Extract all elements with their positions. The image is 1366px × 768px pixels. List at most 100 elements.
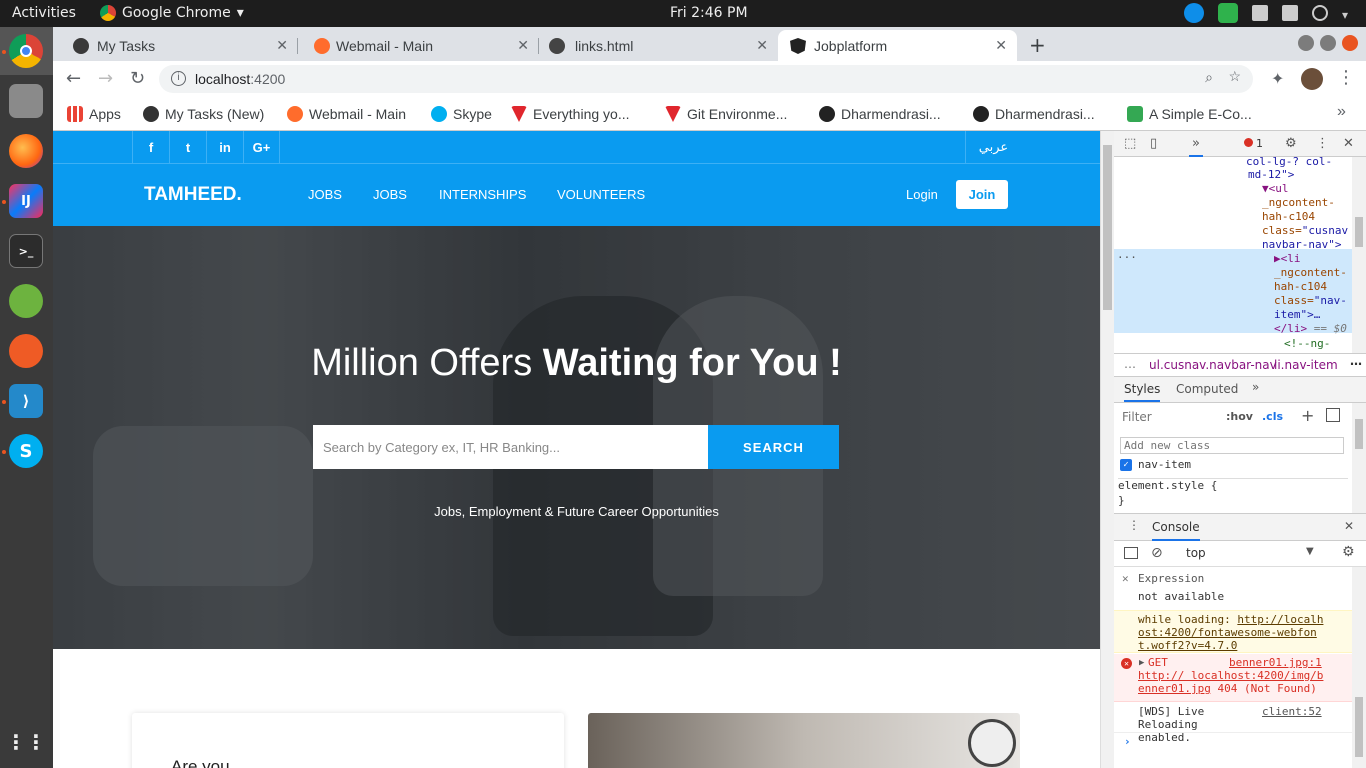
search-button[interactable]: SEARCH bbox=[708, 425, 839, 469]
bookmark-git-env[interactable]: Git Environme... bbox=[665, 106, 787, 122]
info-source-link[interactable]: client:52 bbox=[1262, 705, 1322, 718]
bookmark-github-2[interactable]: Dharmendrasi... bbox=[973, 106, 1095, 122]
update-check-icon[interactable] bbox=[1218, 3, 1238, 23]
close-icon[interactable]: ✕ bbox=[1343, 136, 1354, 151]
nav-jobs-2[interactable]: JOBS bbox=[373, 187, 407, 202]
bookmark-webmail[interactable]: Webmail - Main bbox=[287, 106, 406, 122]
minimize-icon[interactable] bbox=[1298, 35, 1314, 51]
clear-console-icon[interactable]: ⊘ bbox=[1151, 545, 1163, 561]
nav-internships[interactable]: INTERNSHIPS bbox=[439, 187, 526, 202]
error-source-link[interactable]: benner01.jpg:1 bbox=[1229, 656, 1322, 669]
bookmark-apps[interactable]: Apps bbox=[67, 106, 121, 122]
activities-button[interactable]: Activities bbox=[12, 5, 76, 21]
google-plus-icon[interactable]: G+ bbox=[243, 131, 280, 164]
zoom-icon[interactable]: ⌕ bbox=[1205, 69, 1213, 86]
close-icon[interactable]: ✕ bbox=[1344, 519, 1354, 533]
chevron-down-icon[interactable]: ▼ bbox=[1306, 546, 1314, 557]
more-bookmarks-icon[interactable]: » bbox=[1337, 103, 1346, 121]
login-link[interactable]: Login bbox=[906, 187, 938, 202]
tab-jobplatform[interactable]: Jobplatform ✕ bbox=[778, 30, 1017, 61]
add-class-input[interactable] bbox=[1120, 437, 1344, 454]
reload-icon[interactable]: ↻ bbox=[130, 68, 145, 89]
postman-launcher-icon[interactable] bbox=[9, 334, 43, 368]
twitter-icon[interactable]: t bbox=[169, 131, 206, 164]
more-tabs-icon[interactable]: » bbox=[1252, 380, 1259, 394]
breadcrumb-ul[interactable]: ul.cusnav.navbar-nav bbox=[1149, 358, 1277, 372]
close-icon[interactable]: ✕ bbox=[276, 37, 288, 54]
language-switch[interactable]: عربي bbox=[965, 131, 1021, 164]
settings-gear-icon[interactable]: ⚙ bbox=[1342, 544, 1355, 560]
chrome-launcher-icon[interactable] bbox=[9, 34, 43, 68]
hover-state-toggle[interactable]: :hov bbox=[1226, 410, 1253, 423]
close-icon[interactable]: ✕ bbox=[756, 37, 768, 54]
bookmark-skype[interactable]: Skype bbox=[431, 106, 492, 122]
close-icon[interactable]: ✕ bbox=[1122, 572, 1129, 585]
nav-jobs-1[interactable]: JOBS bbox=[308, 187, 342, 202]
expand-icon[interactable]: ▶ bbox=[1139, 658, 1144, 668]
device-toolbar-icon[interactable]: ▯ bbox=[1150, 136, 1157, 151]
error-count-badge[interactable]: 1 bbox=[1244, 137, 1263, 150]
address-bar[interactable]: i localhost:4200 ⌕ ☆ bbox=[159, 65, 1253, 93]
new-tab-icon[interactable]: + bbox=[1029, 33, 1046, 57]
terminal-launcher-icon[interactable]: >_ bbox=[9, 234, 43, 268]
sidebar-toggle-icon[interactable] bbox=[1326, 408, 1340, 422]
site-logo[interactable]: TAMHEED. bbox=[144, 184, 242, 206]
back-icon[interactable]: ← bbox=[66, 68, 81, 89]
power-icon[interactable] bbox=[1312, 5, 1328, 21]
tab-computed[interactable]: Computed bbox=[1176, 382, 1238, 396]
elements-tree[interactable]: col-lg-? col- md-12"> ▼<ul _ngcontent- h… bbox=[1114, 157, 1352, 353]
spring-launcher-icon[interactable] bbox=[9, 284, 43, 318]
kebab-menu-icon[interactable]: ⋮ bbox=[1316, 136, 1329, 151]
close-icon[interactable]: ✕ bbox=[517, 37, 529, 54]
tab-links[interactable]: links.html ✕ bbox=[539, 30, 778, 61]
volume-icon[interactable] bbox=[1282, 5, 1298, 21]
forward-icon[interactable]: → bbox=[98, 68, 113, 89]
show-apps-icon[interactable]: ⋮⋮ bbox=[6, 725, 46, 759]
maximize-icon[interactable] bbox=[1320, 35, 1336, 51]
class-checkbox-row[interactable]: ✓ nav-item bbox=[1120, 458, 1191, 471]
console-prompt-icon[interactable]: › bbox=[1124, 735, 1131, 748]
bookmark-github-1[interactable]: Dharmendrasi... bbox=[819, 106, 941, 122]
tab-styles[interactable]: Styles bbox=[1124, 382, 1161, 402]
console-scrollbar[interactable] bbox=[1352, 567, 1366, 768]
drawer-menu-icon[interactable]: ⋮ bbox=[1128, 518, 1140, 532]
profile-avatar[interactable] bbox=[1301, 68, 1323, 90]
extensions-icon[interactable]: ✦ bbox=[1271, 69, 1284, 88]
element-style-rule[interactable]: element.style { bbox=[1118, 479, 1217, 492]
intellij-launcher-icon[interactable]: IJ bbox=[9, 184, 43, 218]
context-select[interactable]: top bbox=[1186, 546, 1206, 560]
clock[interactable]: Fri 2:46 PM bbox=[670, 5, 748, 21]
bookmark-simple-ecommerce[interactable]: A Simple E-Co... bbox=[1127, 106, 1252, 122]
menu-icon[interactable]: ⋮ bbox=[1337, 67, 1355, 88]
tab-my-tasks[interactable]: My Tasks ✕ bbox=[53, 30, 298, 61]
system-tray[interactable]: ▾ bbox=[1184, 3, 1352, 23]
ellipsis-icon[interactable]: ··· bbox=[1117, 251, 1137, 265]
checkbox[interactable]: ✓ bbox=[1120, 458, 1132, 471]
close-icon[interactable]: ✕ bbox=[995, 37, 1007, 54]
inspect-icon[interactable]: ⬚ bbox=[1124, 136, 1136, 151]
add-rule-icon[interactable]: + bbox=[1301, 406, 1314, 425]
tab-webmail[interactable]: Webmail - Main ✕ bbox=[298, 30, 539, 61]
linkedin-icon[interactable]: in bbox=[206, 131, 243, 164]
styles-filter-input[interactable] bbox=[1118, 407, 1218, 427]
close-window-icon[interactable] bbox=[1342, 35, 1358, 51]
join-button[interactable]: Join bbox=[956, 180, 1008, 209]
breadcrumb-li[interactable]: li.nav-item bbox=[1274, 358, 1338, 372]
bookmark-everything[interactable]: Everything yo... bbox=[511, 106, 630, 122]
more-tabs-icon[interactable]: » bbox=[1189, 136, 1203, 157]
styles-scrollbar[interactable] bbox=[1352, 403, 1366, 513]
info-icon[interactable]: i bbox=[171, 71, 186, 86]
tab-console[interactable]: Console bbox=[1152, 520, 1200, 541]
app-menu[interactable]: Google Chrome ▾ bbox=[100, 5, 244, 21]
chevron-down-icon[interactable]: ▾ bbox=[1342, 8, 1352, 22]
page-scrollbar[interactable] bbox=[1100, 131, 1114, 768]
skype-launcher-icon[interactable]: S bbox=[9, 434, 43, 468]
settings-gear-icon[interactable]: ⚙ bbox=[1285, 136, 1297, 151]
firefox-launcher-icon[interactable] bbox=[9, 134, 43, 168]
network-icon[interactable] bbox=[1252, 5, 1268, 21]
class-toggle[interactable]: .cls bbox=[1262, 410, 1283, 423]
elements-scrollbar[interactable] bbox=[1352, 157, 1366, 353]
files-launcher-icon[interactable] bbox=[9, 84, 43, 118]
sidebar-icon[interactable] bbox=[1124, 547, 1138, 559]
teamviewer-icon[interactable] bbox=[1184, 3, 1204, 23]
